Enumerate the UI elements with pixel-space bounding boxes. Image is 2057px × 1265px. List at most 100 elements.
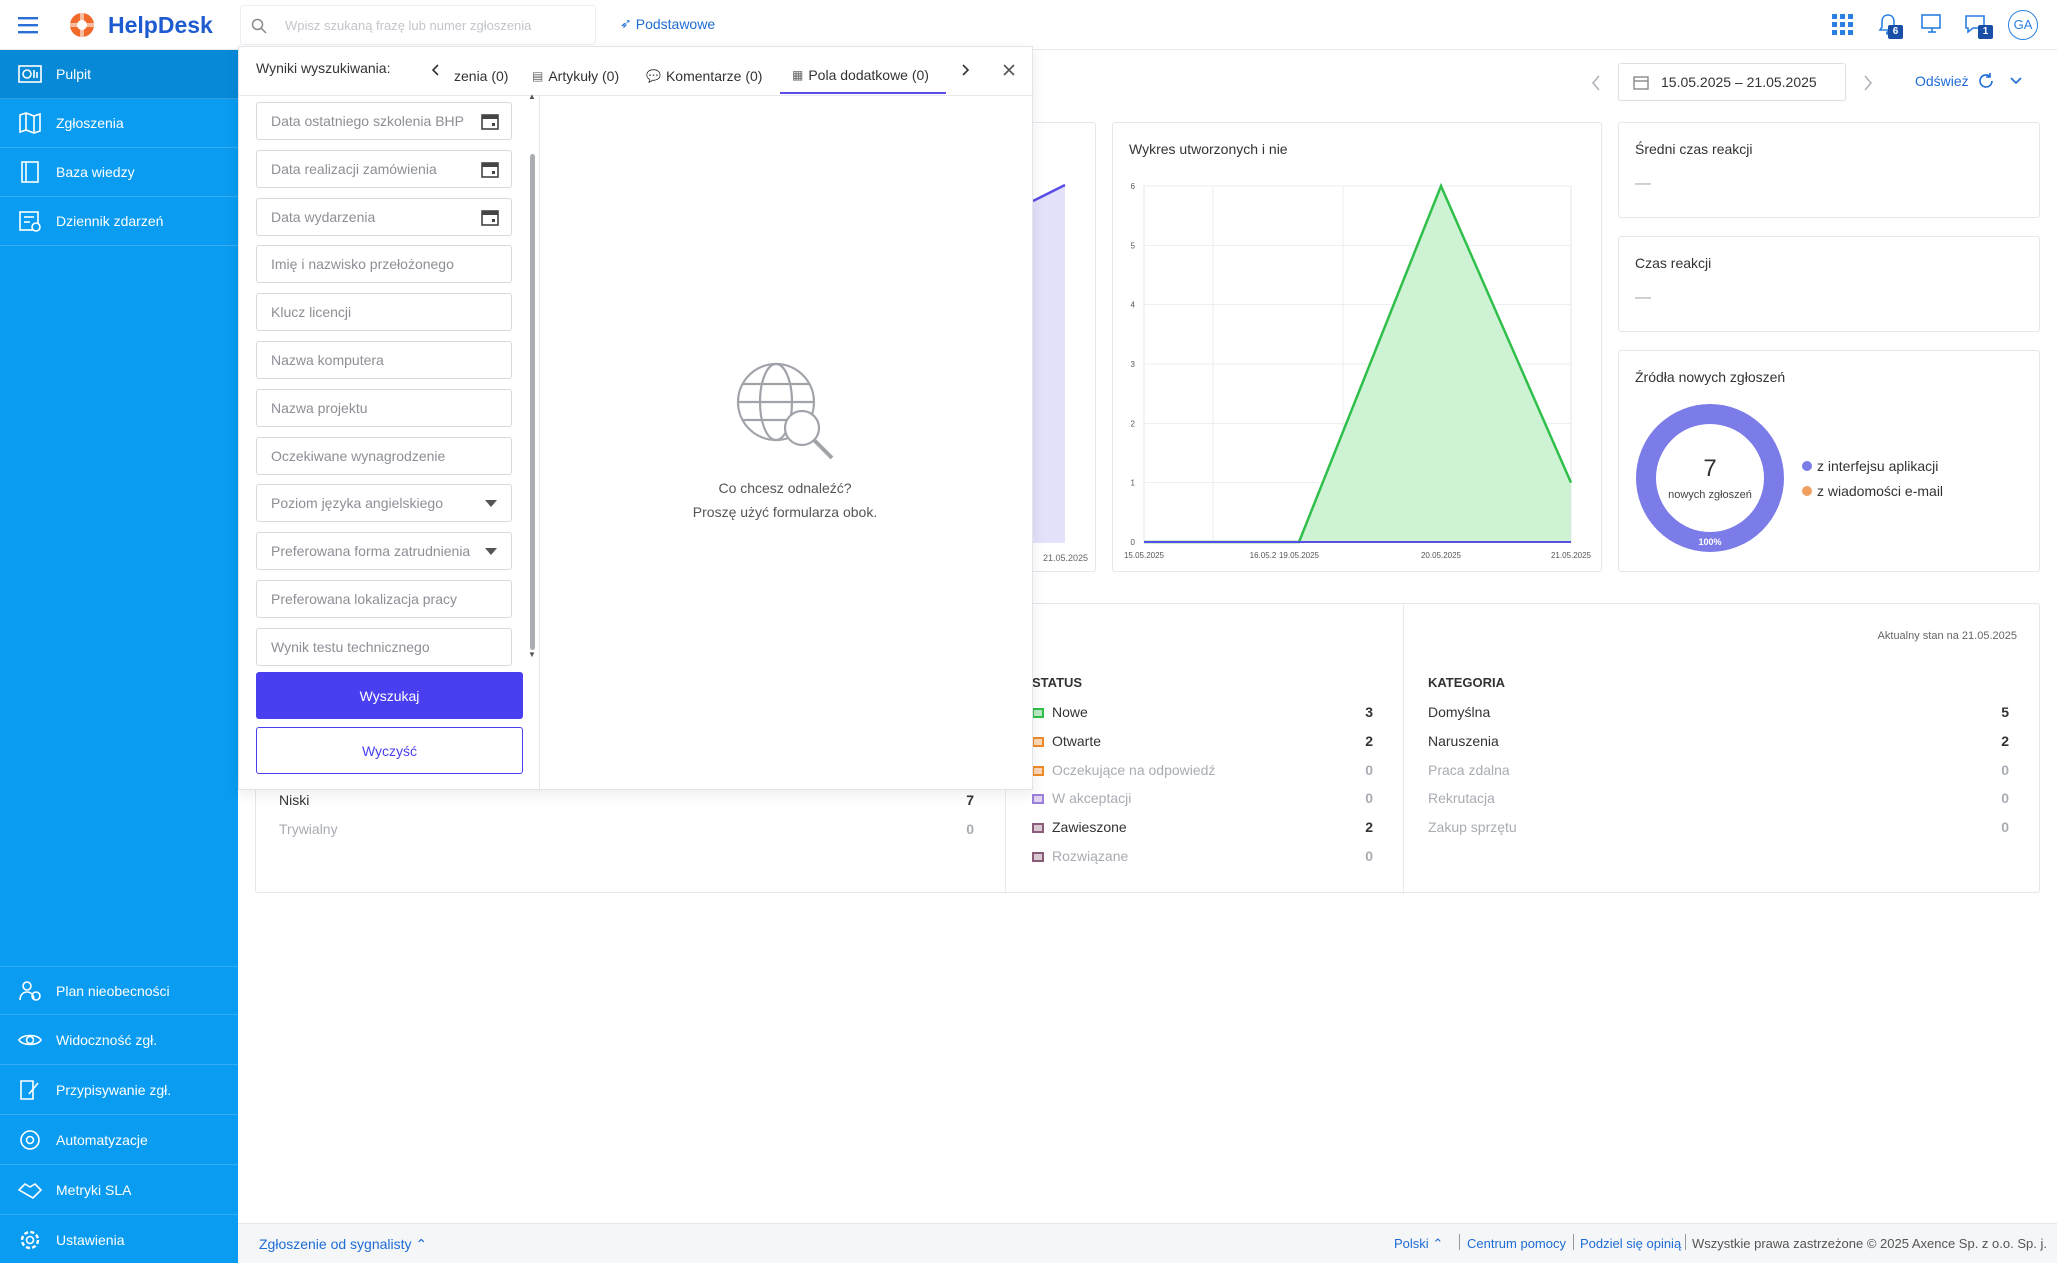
sidebar-item-widocznosc[interactable]: Widoczność zgł.: [0, 1016, 238, 1065]
left-chart-tick: 21.05.2025: [1043, 553, 1089, 563]
tabs-scroll-right-icon[interactable]: [961, 63, 971, 77]
calendar-icon: [1633, 76, 1649, 90]
tickets-icon: [19, 112, 41, 134]
status-value: 2: [1365, 819, 1373, 836]
feedback-link[interactable]: Podziel się opinią: [1580, 1236, 1681, 1251]
dropdown-arrow-icon[interactable]: [485, 548, 497, 556]
search-field-10[interactable]: Preferowana lokalizacja pracy: [256, 580, 512, 618]
sources-percent: 100%: [1698, 537, 1722, 547]
priority-trywialny-label: Trywialny: [279, 821, 338, 837]
whistleblower-link[interactable]: Zgłoszenie od sygnalisty ⌃: [259, 1236, 427, 1253]
user-avatar[interactable]: GA: [2008, 10, 2038, 40]
rocket-icon: ➶: [620, 15, 632, 31]
sidebar-item-dziennik-zdarzen[interactable]: Dziennik zdarzeń: [0, 197, 238, 246]
calendar-icon[interactable]: [481, 208, 499, 226]
monitor-icon[interactable]: [1920, 13, 1944, 35]
category-value: 0: [2001, 790, 2009, 807]
x-tick-label: 15.05.2025: [1124, 551, 1165, 560]
next-range-icon[interactable]: [1862, 74, 1874, 92]
priority-niski-value: 7: [966, 792, 974, 808]
search-field-4[interactable]: Klucz licencji: [256, 293, 512, 332]
search-field-2[interactable]: Data wydarzenia: [256, 197, 512, 236]
apps-grid-icon[interactable]: [1832, 14, 1854, 36]
category-value: 0: [2001, 819, 2009, 836]
tab-pola-dodatkowe[interactable]: ▦ Pola dodatkowe (0): [780, 58, 946, 94]
reaction-card: Czas reakcji —: [1618, 236, 2040, 332]
search-input[interactable]: Wpisz szukaną frazę lub numer zgłoszenia: [285, 18, 531, 33]
search-field-0[interactable]: Data ostatniego szkolenia BHP: [256, 102, 512, 140]
sidebar-item-metryki-sla[interactable]: Metryki SLA: [0, 1166, 238, 1215]
reaction-title: Czas reakcji: [1635, 255, 1712, 271]
status-color-icon: [1032, 765, 1044, 776]
date-range-picker[interactable]: 15.05.2025 – 21.05.2025: [1618, 63, 1846, 101]
y-tick-label: 1: [1131, 479, 1136, 488]
sidebar-item-przypisywanie[interactable]: Przypisywanie zgł.: [0, 1066, 238, 1115]
search-field-8[interactable]: Poziom języka angielskiego: [256, 484, 512, 523]
clear-button[interactable]: Wyczyść: [256, 727, 523, 774]
priority-niski-label: Niski: [279, 792, 310, 808]
notification-count-badge: 6: [1888, 25, 1903, 39]
tab-artykuly[interactable]: ▤ Artykuły (0): [532, 58, 619, 94]
event-log-icon: [19, 211, 41, 232]
status-color-icon: [1032, 736, 1044, 747]
chevron-up-icon: ⌃: [415, 1236, 428, 1252]
help-center-link[interactable]: Centrum pomocy: [1467, 1236, 1566, 1251]
search-field-7[interactable]: Oczekiwane wynagrodzenie: [256, 436, 512, 475]
y-tick-label: 4: [1131, 301, 1136, 310]
comments-icon: 💬: [646, 69, 661, 83]
sources-title: Źródła nowych zgłoszeń: [1635, 369, 1786, 385]
calendar-icon[interactable]: [481, 160, 499, 178]
calendar-icon[interactable]: [481, 112, 499, 130]
status-label: Rozwiązane: [1052, 848, 1129, 864]
chat-count-badge: 1: [1978, 25, 1993, 39]
sidebar-item-pulpit[interactable]: Pulpit: [0, 50, 238, 99]
status-value: 2: [1365, 732, 1373, 749]
status-label: Otwarte: [1052, 732, 1102, 749]
refresh-button[interactable]: Odśwież: [1885, 60, 2037, 102]
sidebar-item-plan-nieobecnosci[interactable]: Plan nieobecności: [0, 966, 238, 1015]
sidebar-item-automatyzacje[interactable]: Automatyzacje: [0, 1116, 238, 1165]
fields-scrollbar[interactable]: ▲ ▼: [528, 92, 538, 662]
reaction-value: —: [1635, 289, 1651, 306]
search-field-5[interactable]: Nazwa komputera: [256, 341, 512, 379]
legend-app: z interfejsu aplikacji: [1802, 458, 1938, 474]
absence-plan-icon: [19, 980, 41, 1001]
sources-card: Źródła nowych zgłoszeń 7 nowych zgłoszeń…: [1618, 350, 2040, 572]
y-tick-label: 2: [1131, 419, 1136, 428]
tab-komentarze[interactable]: 💬 Komentarze (0): [646, 58, 762, 94]
dropdown-arrow-icon[interactable]: [485, 500, 497, 508]
search-field-9[interactable]: Preferowana forma zatrudnienia: [256, 532, 512, 571]
sidebar-item-zgloszenia[interactable]: Zgłoszenia: [0, 99, 238, 148]
search-icon: [251, 18, 267, 34]
search-box[interactable]: Wpisz szukaną frazę lub numer zgłoszenia: [240, 5, 596, 45]
search-button[interactable]: Wyszukaj: [256, 672, 523, 719]
search-field-1[interactable]: Data realizacji zamówienia: [256, 149, 512, 188]
book-icon: [21, 161, 39, 183]
avg-reaction-card: Średni czas reakcji —: [1618, 122, 2040, 218]
globe-search-icon: [734, 358, 838, 464]
tabs-scroll-left-icon[interactable]: [430, 63, 440, 77]
category-label: Rekrutacja: [1428, 790, 1495, 807]
sources-total-label: nowych zgłoszeń: [1668, 489, 1752, 501]
sidebar-item-baza-wiedzy[interactable]: Baza wiedzy: [0, 148, 238, 197]
search-field-3[interactable]: Imię i nazwisko przełożonego: [256, 245, 512, 284]
language-select[interactable]: Polski ⌃: [1394, 1236, 1443, 1252]
close-icon[interactable]: [1002, 63, 1016, 77]
prev-range-icon[interactable]: [1590, 74, 1602, 92]
legend-app-dot: [1802, 461, 1812, 471]
gear-icon: [20, 1230, 40, 1250]
legend-email: z wiadomości e-mail: [1802, 483, 1943, 499]
x-tick-label: 21.05.2025: [1551, 551, 1592, 560]
x-tick-label: 16.05.2: [1250, 551, 1277, 560]
menu-icon[interactable]: [18, 16, 40, 34]
assign-icon: [20, 1080, 39, 1100]
sidebar-item-ustawienia[interactable]: Ustawienia: [0, 1216, 238, 1265]
chevron-down-icon: [2010, 77, 2022, 85]
search-mode-toggle[interactable]: ➶ Podstawowe: [620, 15, 715, 32]
search-field-11[interactable]: Wynik testu technicznego: [256, 627, 512, 666]
tab-zgloszenia[interactable]: zenia (0): [454, 58, 508, 94]
search-field-6[interactable]: Nazwa projektu: [256, 388, 512, 427]
empty-state-line1: Co chcesz odnaleźć?: [718, 480, 852, 496]
status-label: Nowe: [1052, 704, 1088, 720]
status-color-icon: [1032, 852, 1044, 862]
